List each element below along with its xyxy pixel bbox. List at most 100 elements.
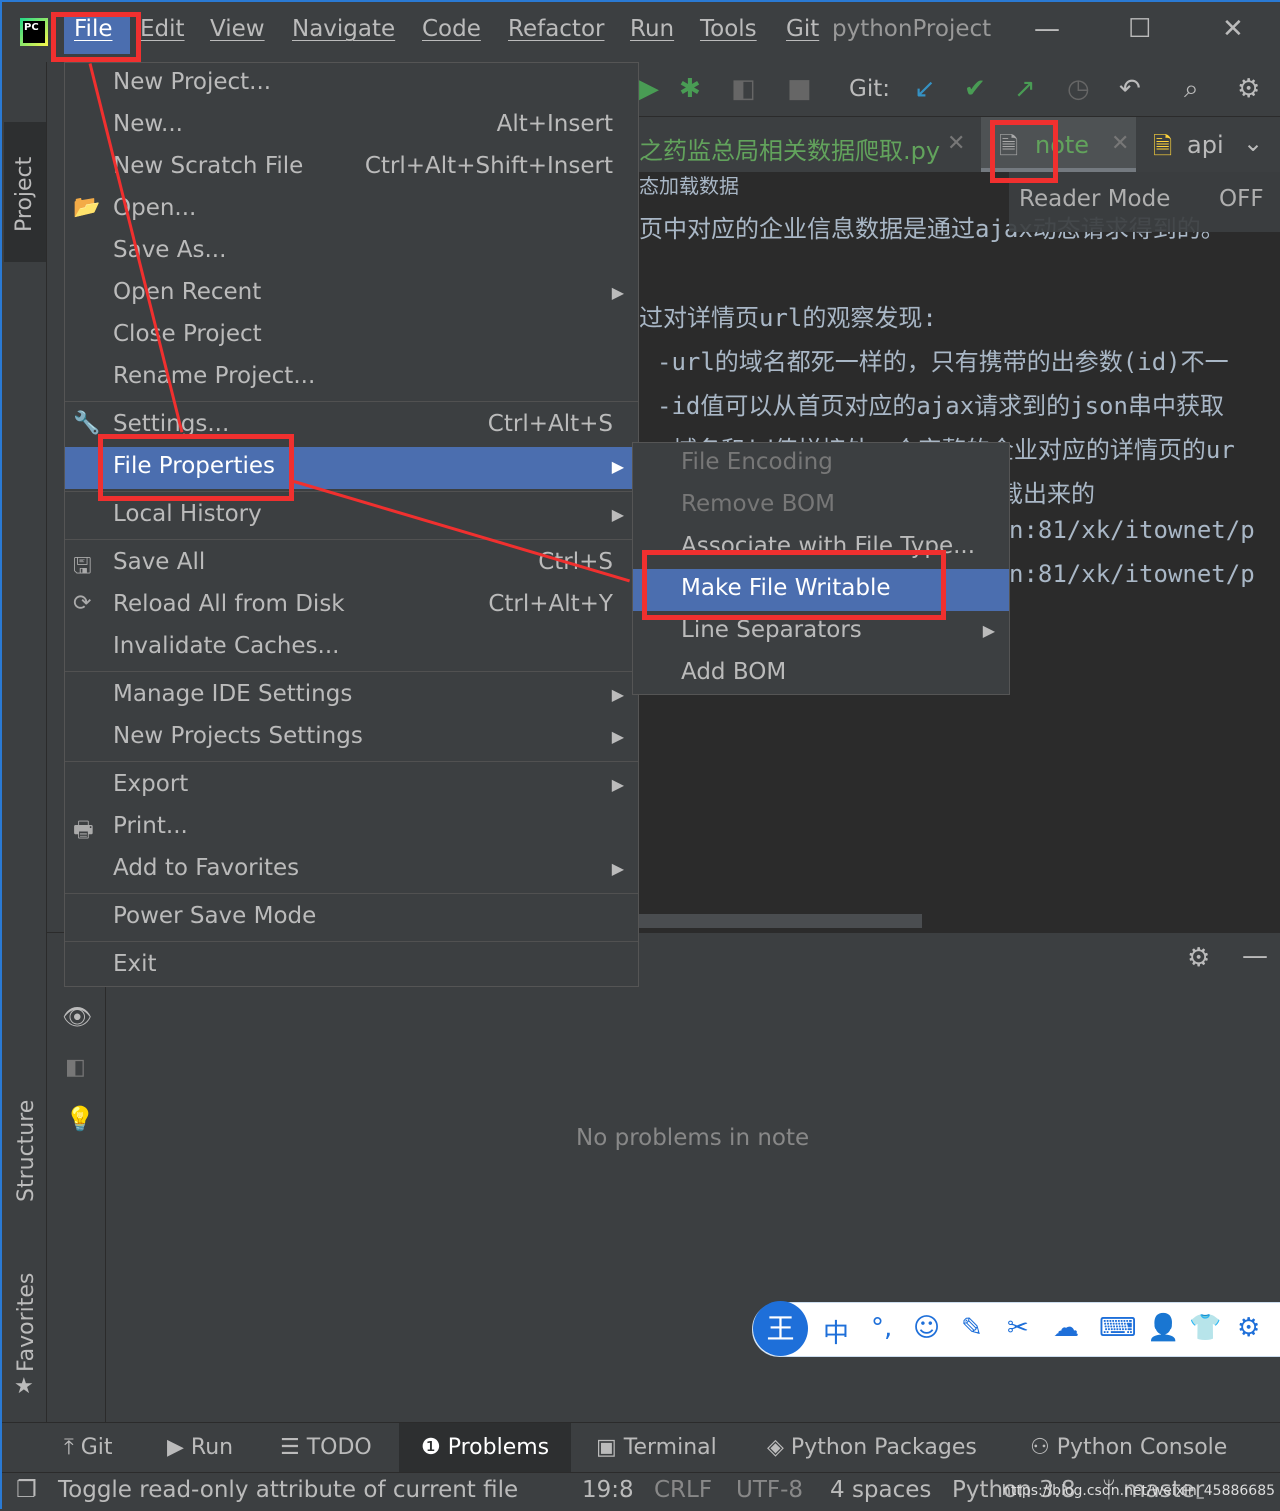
editor-tabs: 之药监总局相关数据爬取.py ✕ 🗎 note ✕ 🗎 api ⌄ [639, 117, 1280, 172]
editor-line: -id值可以从首页对应的ajax请求到的json串中获取 [657, 392, 1224, 420]
reader-mode-label[interactable]: Reader Mode [1019, 186, 1170, 212]
menu-item-new-project[interactable]: New Project... [65, 63, 638, 105]
submenu-item-remove-bom[interactable]: Remove BOM [633, 485, 1009, 527]
ime-mode[interactable]: 中 [823, 1313, 849, 1350]
menu-item-export[interactable]: Export ▶ [65, 765, 638, 807]
menu-navigate[interactable]: Navigate [292, 16, 395, 42]
tab-api[interactable]: 🗎 api [1149, 117, 1239, 172]
debug-icon[interactable]: ✱ [679, 74, 701, 104]
settings-gear-icon[interactable]: ⚙ [1237, 74, 1260, 104]
favorites-tab[interactable]: Favorites [14, 1273, 39, 1372]
minimize-icon[interactable]: — [1034, 14, 1060, 44]
menu-edit[interactable]: Edit [140, 16, 185, 42]
maximize-icon[interactable]: ☐ [1128, 14, 1151, 44]
caret-position[interactable]: 19:8 [582, 1477, 634, 1503]
tool-problems[interactable]: ❶ Problems [399, 1423, 571, 1473]
skin-icon[interactable]: 👕 [1189, 1313, 1221, 1343]
eye-icon[interactable]: 👁 [62, 1003, 92, 1031]
menu-code[interactable]: Code [422, 16, 481, 42]
menu-item-save-as[interactable]: Save As... [65, 231, 638, 273]
menu-item-new-projects-settings[interactable]: New Projects Settings ▶ [65, 717, 638, 759]
menu-git[interactable]: Git [786, 16, 819, 42]
tool-run[interactable]: ▶ Run [167, 1435, 233, 1460]
structure-tab[interactable]: Structure [14, 1100, 39, 1202]
menu-item-label: Local History [113, 501, 262, 527]
coverage-icon[interactable]: ◧ [731, 74, 756, 104]
submenu-arrow-icon: ▶ [611, 283, 624, 302]
submenu-item-file-encoding[interactable]: File Encoding [633, 443, 1009, 485]
menu-item-save-all[interactable]: 🖫 Save All Ctrl+S [65, 543, 638, 585]
menu-run[interactable]: Run [630, 16, 674, 42]
stop-icon[interactable]: ■ [787, 74, 812, 104]
menu-refactor[interactable]: Refactor [508, 16, 604, 42]
indent-setting[interactable]: 4 spaces [830, 1477, 931, 1503]
scissors-icon[interactable]: ✂ [1007, 1313, 1029, 1343]
tab-close-icon[interactable]: ✕ [947, 131, 965, 156]
submenu-item-add-bom[interactable]: Add BOM [633, 653, 1009, 695]
menu-item-new-scratch-file[interactable]: New Scratch File Ctrl+Alt+Shift+Insert [65, 147, 638, 189]
rollback-icon[interactable]: ↶ [1119, 74, 1141, 104]
menu-item-open[interactable]: 📂 Open... [65, 189, 638, 231]
user-icon[interactable]: 👤 [1147, 1313, 1179, 1343]
separator [65, 761, 638, 762]
horizontal-scrollbar[interactable] [639, 914, 922, 928]
menu-item-new[interactable]: New... Alt+Insert [65, 105, 638, 147]
git-commit-icon[interactable]: ✔ [964, 74, 986, 104]
editor-line: 载出来的 [999, 480, 1095, 508]
reader-mode-state[interactable]: OFF [1219, 186, 1264, 212]
emoji-icon[interactable]: ☺ [913, 1313, 940, 1343]
tool-git[interactable]: ⤒ Git [64, 1435, 113, 1460]
menu-item-reload-all[interactable]: ⟳ Reload All from Disk Ctrl+Alt+Y [65, 585, 638, 627]
readonly-toggle-icon[interactable]: ❐ [16, 1477, 37, 1503]
run-icon[interactable]: ▶ [639, 74, 659, 104]
menu-item-exit[interactable]: Exit [65, 945, 638, 987]
git-push-icon[interactable]: ↗ [1014, 74, 1036, 104]
tool-python-packages[interactable]: ◈ Python Packages [767, 1435, 977, 1460]
tab-drug-script[interactable]: 之药监总局相关数据爬取.py ✕ [639, 117, 979, 172]
pen-icon[interactable]: ✎ [961, 1313, 983, 1343]
git-update-icon[interactable]: ↙ [914, 74, 936, 104]
project-tab[interactable]: Project [4, 122, 46, 262]
line-separator[interactable]: CRLF [654, 1477, 712, 1503]
tool-terminal[interactable]: ▣ Terminal [596, 1435, 717, 1460]
bulb-icon[interactable]: 💡 [65, 1105, 95, 1133]
menu-item-add-to-favorites[interactable]: Add to Favorites ▶ [65, 849, 638, 891]
annotation-box-readonly-icon [990, 120, 1058, 183]
menu-item-label: Export [113, 771, 189, 797]
ime-settings-icon[interactable]: ⚙ [1237, 1313, 1260, 1343]
menu-item-rename-project[interactable]: Rename Project... [65, 357, 638, 399]
menu-tools[interactable]: Tools [700, 16, 757, 42]
menu-item-print[interactable]: 🖶 Print... [65, 807, 638, 849]
menu-item-label: Manage IDE Settings [113, 681, 353, 707]
tab-label: 之药监总局相关数据爬取.py [639, 137, 941, 165]
hide-panel-icon[interactable]: — [1242, 941, 1268, 971]
pycharm-logo: PC [20, 18, 48, 46]
file-menu: New Project... New... Alt+Insert New Scra… [64, 62, 639, 987]
tool-todo[interactable]: ☰ TODO [280, 1435, 372, 1460]
tab-close-icon[interactable]: ✕ [1111, 131, 1129, 156]
submenu-arrow-icon: ▶ [982, 621, 995, 640]
menu-item-manage-ide-settings[interactable]: Manage IDE Settings ▶ [65, 675, 638, 717]
git-history-icon[interactable]: ◷ [1067, 74, 1090, 104]
menu-item-shortcut: Ctrl+Alt+Shift+Insert [364, 153, 613, 179]
menu-item-invalidate-caches[interactable]: Invalidate Caches... [65, 627, 638, 669]
menu-item-close-project[interactable]: Close Project [65, 315, 638, 357]
tool-python-console[interactable]: ⚇ Python Console [1030, 1435, 1227, 1460]
menu-item-local-history[interactable]: Local History ▶ [65, 495, 638, 537]
keyboard-icon[interactable]: ⌨ [1099, 1313, 1137, 1343]
file-encoding[interactable]: UTF-8 [736, 1477, 803, 1503]
cloud-icon[interactable]: ☁ [1053, 1313, 1079, 1343]
menu-item-label: Rename Project... [113, 363, 316, 389]
star-icon: ★ [14, 1374, 34, 1399]
preview-icon[interactable]: ◧ [65, 1055, 86, 1080]
tabs-dropdown-chevron-icon[interactable]: ⌄ [1243, 129, 1263, 157]
menu-view[interactable]: View [210, 16, 265, 42]
panel-settings-gear-icon[interactable]: ⚙ [1187, 943, 1210, 973]
punctuation-icon[interactable]: °, [871, 1313, 892, 1343]
ime-logo[interactable]: 王 [753, 1301, 808, 1356]
search-icon[interactable]: ⌕ [1184, 74, 1199, 105]
close-icon[interactable]: ✕ [1222, 14, 1244, 44]
wrench-icon: 🔧 [73, 411, 101, 436]
menu-item-power-save-mode[interactable]: Power Save Mode [65, 897, 638, 939]
editor-line: n:81/xk/itownet/p [1009, 560, 1255, 588]
